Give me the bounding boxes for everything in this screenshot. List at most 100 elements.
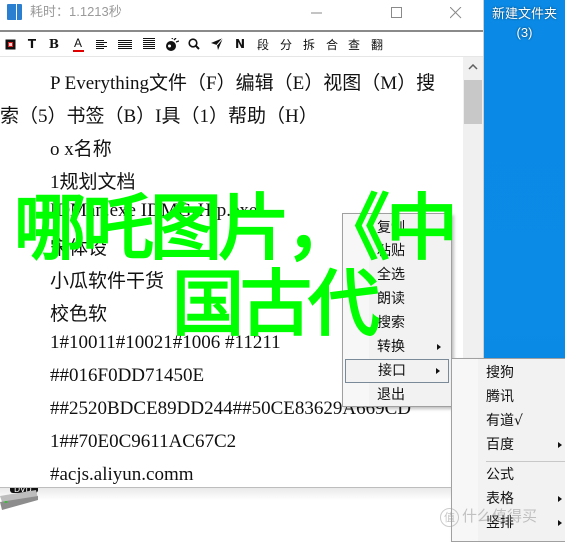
align-lines-icon bbox=[143, 38, 155, 49]
document-line: 小瓜软件干货 bbox=[50, 271, 165, 292]
speaker-icon bbox=[166, 37, 179, 51]
desktop-folder-count: (3) bbox=[516, 25, 533, 40]
menu-item-label: 搜索 bbox=[377, 315, 405, 331]
align-left-button[interactable] bbox=[95, 35, 109, 53]
bold-button[interactable]: B bbox=[47, 35, 61, 53]
window-title: 耗时：1.1213秒 bbox=[30, 4, 122, 19]
align-justify-button[interactable] bbox=[117, 35, 133, 53]
submenu-item-tencent[interactable]: 腾讯 bbox=[454, 386, 565, 408]
submenu-item-baidu[interactable]: 百度 bbox=[454, 434, 565, 456]
minimize-icon bbox=[311, 12, 322, 14]
n-icon: N bbox=[234, 37, 246, 51]
font-color-button[interactable]: A bbox=[71, 35, 85, 53]
search-icon bbox=[188, 38, 200, 50]
menu-item-label: 百度 bbox=[486, 437, 514, 453]
menu-item-label: 竖排 bbox=[486, 515, 514, 531]
document-line: o x名称 bbox=[50, 139, 112, 160]
minimize-button[interactable] bbox=[294, 0, 340, 26]
submenu-item-table[interactable]: 表格 bbox=[454, 488, 565, 510]
submenu-item-sogou[interactable]: 搜狗 bbox=[454, 362, 565, 384]
line-spacing-button[interactable] bbox=[142, 35, 156, 53]
bold-icon: B bbox=[48, 37, 60, 51]
document-line: 宋体设 bbox=[50, 238, 108, 259]
scroll-thumb[interactable] bbox=[464, 80, 482, 124]
split-button[interactable]: 分 bbox=[279, 35, 293, 53]
break-button[interactable]: 拆 bbox=[302, 35, 316, 53]
maximize-button[interactable] bbox=[374, 0, 420, 26]
close-button[interactable] bbox=[433, 0, 479, 26]
document-line: 1#10011#10021#1006 #11211 bbox=[50, 332, 281, 353]
toolbar: T B A N 段 分 拆 合 查 翻 bbox=[0, 32, 483, 57]
document-line: 1规划文档 bbox=[50, 172, 136, 193]
chevron-up-icon bbox=[468, 64, 478, 70]
menu-item-exit[interactable]: 退出 bbox=[345, 384, 449, 406]
menu-item-label: 粘贴 bbox=[377, 243, 405, 259]
lookup-button[interactable]: 查 bbox=[347, 35, 361, 53]
menu-item-label: 表格 bbox=[486, 491, 514, 507]
document-line: 索（5）书签（B）I具（1）帮助（H） bbox=[0, 106, 318, 127]
break-label: 拆 bbox=[302, 37, 315, 52]
menu-item-label: 朗读 bbox=[377, 291, 405, 307]
interface-submenu: 搜狗 腾讯 有道√ 百度 公式 表格 竖排 bbox=[451, 358, 565, 542]
desktop-folder-label: 新建文件夹 bbox=[491, 6, 557, 21]
maximize-icon bbox=[391, 7, 402, 18]
align-left-icon bbox=[96, 39, 107, 49]
menu-item-read-aloud[interactable]: 朗读 bbox=[345, 288, 449, 310]
align-justify-icon bbox=[118, 39, 132, 49]
document-line: P Everything文件（F）编辑（E）视图（M）搜 bbox=[50, 73, 436, 94]
search-button[interactable] bbox=[187, 35, 201, 53]
menu-item-label: 有道√ bbox=[486, 413, 523, 429]
send-icon bbox=[211, 38, 223, 50]
menu-item-copy[interactable]: 复制 bbox=[345, 217, 449, 239]
context-menu: 复制 粘贴 全选 朗读 搜索 转换 接口 退出 bbox=[342, 213, 452, 407]
read-aloud-button[interactable] bbox=[164, 35, 180, 53]
submenu-arrow-icon bbox=[436, 368, 440, 374]
merge-button[interactable]: 合 bbox=[325, 35, 339, 53]
desktop-folder[interactable]: 新建文件夹 (3) bbox=[484, 4, 565, 42]
menu-item-label: 复制 bbox=[377, 220, 405, 236]
menu-item-paste[interactable]: 粘贴 bbox=[345, 240, 449, 262]
app-icon bbox=[7, 4, 22, 20]
split-label: 分 bbox=[279, 37, 292, 52]
document-line: 1##70E0C9611AC67C2 bbox=[50, 431, 237, 452]
font-color-icon: A bbox=[73, 35, 82, 50]
menu-item-label: 公式 bbox=[486, 467, 514, 483]
menu-item-convert[interactable]: 转换 bbox=[345, 336, 449, 358]
n-button[interactable]: N bbox=[233, 35, 247, 53]
desktop-background bbox=[0, 488, 484, 535]
document-line: 校色软 bbox=[50, 304, 108, 325]
menu-item-label: 搜狗 bbox=[486, 365, 514, 381]
menu-item-select-all[interactable]: 全选 bbox=[345, 264, 449, 286]
submenu-item-vertical[interactable]: 竖排 bbox=[454, 512, 565, 534]
lookup-label: 查 bbox=[347, 37, 360, 52]
menu-item-label: 退出 bbox=[377, 387, 405, 403]
translate-label: 翻 bbox=[370, 37, 383, 52]
merge-label: 合 bbox=[325, 37, 338, 52]
translate-button[interactable]: 翻 bbox=[370, 35, 384, 53]
submenu-arrow-icon bbox=[437, 344, 441, 350]
menu-item-label: 腾讯 bbox=[486, 389, 514, 405]
menu-item-label: 接口 bbox=[378, 363, 406, 379]
title-bar[interactable]: 耗时：1.1213秒 bbox=[0, 0, 483, 30]
font-color-swatch bbox=[72, 49, 84, 52]
paragraph-button[interactable]: 段 bbox=[256, 35, 270, 53]
close-icon bbox=[450, 7, 462, 19]
send-button[interactable] bbox=[210, 35, 224, 53]
document-line: IDMan.exe IDMGrHlp.exe bbox=[50, 200, 258, 221]
menu-separator bbox=[486, 461, 565, 462]
document-line: #acjs.aliyun.comm bbox=[50, 464, 194, 485]
menu-item-label: 转换 bbox=[377, 339, 405, 355]
submenu-arrow-icon bbox=[558, 496, 562, 502]
scroll-up-button[interactable] bbox=[463, 57, 483, 77]
submenu-item-formula[interactable]: 公式 bbox=[454, 464, 565, 486]
stop-button[interactable] bbox=[3, 35, 17, 53]
text-button[interactable]: T bbox=[25, 35, 39, 53]
text-icon: T bbox=[27, 37, 37, 51]
menu-item-search[interactable]: 搜索 bbox=[345, 312, 449, 334]
dvd-drive-icon[interactable]: DVD bbox=[0, 484, 40, 512]
menu-item-interface[interactable]: 接口 bbox=[345, 359, 449, 383]
submenu-item-youdao[interactable]: 有道√ bbox=[454, 410, 565, 432]
stop-icon bbox=[5, 39, 15, 49]
paragraph-label: 段 bbox=[256, 37, 269, 52]
menu-item-label: 全选 bbox=[377, 267, 405, 283]
